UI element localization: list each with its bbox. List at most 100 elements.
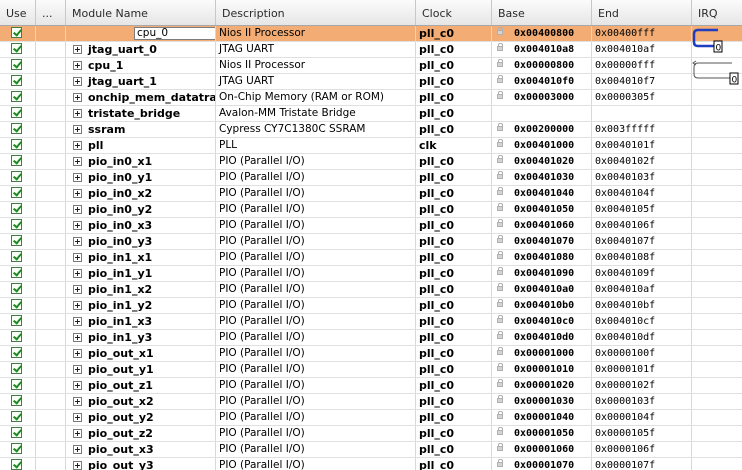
expand-plus-icon[interactable] — [73, 109, 82, 118]
base-address-cell[interactable]: 0x00401080 — [492, 250, 592, 265]
module-name-cell[interactable]: pio_in0_x3 — [66, 218, 216, 233]
table-row[interactable]: pio_in1_x1 PIO (Parallel I/O) pll_c0 0x0040… — [0, 250, 742, 266]
clock-cell[interactable]: pll_c0 — [416, 234, 492, 249]
column-header-more[interactable]: ... — [36, 0, 66, 25]
clock-cell[interactable]: pll_c0 — [416, 346, 492, 361]
use-checkbox[interactable] — [11, 363, 22, 374]
lock-icon[interactable] — [497, 395, 503, 403]
table-row[interactable]: pio_in0_y1 PIO (Parallel I/O) pll_c0 0x0040… — [0, 170, 742, 186]
use-checkbox[interactable] — [11, 219, 22, 230]
column-header-irq[interactable]: IRQ — [692, 0, 742, 25]
lock-icon[interactable] — [497, 139, 503, 147]
clock-cell[interactable]: pll_c0 — [416, 250, 492, 265]
module-name-cell[interactable]: pio_in1_y3 — [66, 330, 216, 345]
clock-cell[interactable]: pll_c0 — [416, 394, 492, 409]
clock-cell[interactable]: pll_c0 — [416, 266, 492, 281]
use-checkbox[interactable] — [11, 395, 22, 406]
module-name-cell[interactable]: pio_in0_y2 — [66, 202, 216, 217]
clock-cell[interactable]: pll_c0 — [416, 58, 492, 73]
use-checkbox[interactable] — [11, 155, 22, 166]
base-address-cell[interactable]: 0x00001000 — [492, 346, 592, 361]
table-row[interactable]: pio_in1_x2 PIO (Parallel I/O) pll_c0 0x0040… — [0, 282, 742, 298]
expand-plus-icon[interactable] — [73, 253, 82, 262]
module-name-cell[interactable]: pio_out_y1 — [66, 362, 216, 377]
table-row[interactable]: pio_in0_x3 PIO (Parallel I/O) pll_c0 0x0040… — [0, 218, 742, 234]
irq-cell[interactable] — [692, 170, 742, 185]
lock-icon[interactable] — [497, 347, 503, 355]
column-header-base[interactable]: Base — [492, 0, 592, 25]
irq-connection-diagram[interactable]: 0 0 — [692, 26, 742, 90]
module-name-cell[interactable]: ssram — [66, 122, 216, 137]
module-name-cell[interactable]: pio_in1_y2 — [66, 298, 216, 313]
irq-cell[interactable] — [692, 362, 742, 377]
lock-icon[interactable] — [497, 251, 503, 259]
table-row[interactable]: pio_in0_y3 PIO (Parallel I/O) pll_c0 0x0040… — [0, 234, 742, 250]
lock-icon[interactable] — [497, 235, 503, 243]
use-checkbox[interactable] — [11, 43, 22, 54]
clock-cell[interactable]: pll_c0 — [416, 122, 492, 137]
use-checkbox[interactable] — [11, 299, 22, 310]
table-row[interactable]: pio_out_x2 PIO (Parallel I/O) pll_c0 0x0000… — [0, 394, 742, 410]
base-address-cell[interactable]: 0x00200000 — [492, 122, 592, 137]
irq-cell[interactable] — [692, 458, 742, 470]
irq-cell[interactable] — [692, 282, 742, 297]
column-header-description[interactable]: Description — [216, 0, 416, 25]
use-checkbox[interactable] — [11, 331, 22, 342]
lock-icon[interactable] — [497, 299, 503, 307]
base-address-cell[interactable]: 0x00401030 — [492, 170, 592, 185]
expand-plus-icon[interactable] — [73, 93, 82, 102]
expand-plus-icon[interactable] — [73, 141, 82, 150]
lock-icon[interactable] — [497, 363, 503, 371]
column-header-end[interactable]: End — [592, 0, 692, 25]
lock-icon[interactable] — [497, 411, 503, 419]
module-name-cell[interactable]: jtag_uart_1 — [66, 74, 216, 89]
lock-icon[interactable] — [497, 267, 503, 275]
irq-cell[interactable] — [692, 298, 742, 313]
table-row[interactable]: pio_in1_y2 PIO (Parallel I/O) pll_c0 0x0040… — [0, 298, 742, 314]
clock-cell[interactable]: clk — [416, 138, 492, 153]
module-name-cell[interactable]: pio_out_x1 — [66, 346, 216, 361]
expand-plus-icon[interactable] — [73, 349, 82, 358]
irq-cell[interactable] — [692, 138, 742, 153]
base-address-cell[interactable]: 0x00401050 — [492, 202, 592, 217]
expand-plus-icon[interactable] — [73, 221, 82, 230]
lock-icon[interactable] — [497, 219, 503, 227]
lock-icon[interactable] — [497, 315, 503, 323]
module-name-cell[interactable]: onchip_mem_datatra... — [66, 90, 216, 105]
base-address-cell[interactable]: 0x004010f0 — [492, 74, 592, 89]
use-checkbox[interactable] — [11, 235, 22, 246]
base-address-cell[interactable] — [492, 106, 592, 121]
use-checkbox[interactable] — [11, 107, 22, 118]
column-header-module-name[interactable]: Module Name — [66, 0, 216, 25]
clock-cell[interactable]: pll_c0 — [416, 26, 492, 41]
clock-cell[interactable]: pll_c0 — [416, 202, 492, 217]
table-row[interactable]: pio_in1_x3 PIO (Parallel I/O) pll_c0 0x0040… — [0, 314, 742, 330]
irq-cell[interactable] — [692, 426, 742, 441]
module-name-cell[interactable]: cpu_1 — [66, 58, 216, 73]
base-address-cell[interactable]: 0x004010b0 — [492, 298, 592, 313]
expand-plus-icon[interactable] — [73, 413, 82, 422]
expand-plus-icon[interactable] — [73, 189, 82, 198]
clock-cell[interactable]: pll_c0 — [416, 458, 492, 470]
module-name-cell[interactable]: pio_out_z1 — [66, 378, 216, 393]
base-address-cell[interactable]: 0x004010d0 — [492, 330, 592, 345]
expand-plus-icon[interactable] — [73, 173, 82, 182]
lock-icon[interactable] — [497, 331, 503, 339]
irq-cell[interactable] — [692, 90, 742, 105]
expand-plus-icon[interactable] — [73, 61, 82, 70]
table-row[interactable]: pio_out_y2 PIO (Parallel I/O) pll_c0 0x0000… — [0, 410, 742, 426]
lock-icon[interactable] — [497, 203, 503, 211]
module-name-cell[interactable]: pio_out_y3 — [66, 458, 216, 470]
module-name-cell[interactable]: pio_out_x3 — [66, 442, 216, 457]
lock-icon[interactable] — [497, 171, 503, 179]
module-name-cell[interactable]: pll — [66, 138, 216, 153]
table-row[interactable]: pio_in0_x2 PIO (Parallel I/O) pll_c0 0x0040… — [0, 186, 742, 202]
base-address-cell[interactable]: 0x00001020 — [492, 378, 592, 393]
use-checkbox[interactable] — [11, 91, 22, 102]
base-address-cell[interactable]: 0x00400800 — [492, 26, 592, 41]
table-row[interactable]: pio_out_x1 PIO (Parallel I/O) pll_c0 0x0000… — [0, 346, 742, 362]
module-name-cell[interactable]: pio_out_y2 — [66, 410, 216, 425]
lock-icon[interactable] — [497, 43, 503, 51]
base-address-cell[interactable]: 0x00001070 — [492, 458, 592, 470]
table-row[interactable]: cpu_1 Nios II Processor pll_c0 0x00000800 0x… — [0, 58, 742, 74]
